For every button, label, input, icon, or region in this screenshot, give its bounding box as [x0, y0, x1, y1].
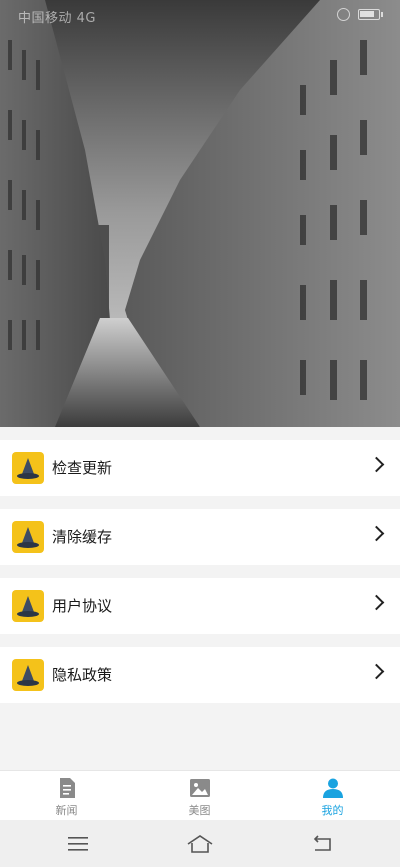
- tab-news[interactable]: 新闻: [0, 771, 133, 821]
- carrier-text: 中国移动 4G: [18, 11, 96, 26]
- chevron-right-icon: [368, 663, 385, 680]
- tab-label: 美图: [188, 804, 211, 817]
- menu-item-check-update[interactable]: 检查更新: [0, 440, 400, 496]
- menu-item-label: 隐私政策: [52, 666, 113, 684]
- image-icon: [189, 777, 211, 799]
- status-bar: 中国移动 4G: [0, 0, 400, 30]
- tab-mine[interactable]: 我的: [266, 771, 399, 821]
- app-logo-icon: [12, 452, 44, 484]
- bottom-tab-bar: 新闻 美图 我的: [0, 770, 400, 820]
- app-logo-icon: [12, 590, 44, 622]
- app-logo-icon: [12, 521, 44, 553]
- system-nav-bar: [0, 820, 400, 867]
- tab-label: 我的: [321, 804, 344, 817]
- chevron-right-icon: [368, 456, 385, 473]
- tab-label: 新闻: [55, 804, 78, 817]
- home-icon[interactable]: [185, 832, 215, 856]
- menu-item-label: 用户协议: [52, 597, 113, 615]
- news-icon: [56, 777, 78, 799]
- menu-item-privacy-policy[interactable]: 隐私政策: [0, 647, 400, 703]
- menu-item-label: 清除缓存: [52, 528, 113, 546]
- menu-item-user-agreement[interactable]: 用户协议: [0, 578, 400, 634]
- menu-item-label: 检查更新: [52, 459, 113, 477]
- battery-icon: [358, 9, 383, 20]
- menu-item-clear-cache[interactable]: 清除缓存: [0, 509, 400, 565]
- chevron-right-icon: [368, 594, 385, 611]
- alarm-icon: [337, 8, 350, 21]
- app-logo-icon: [12, 659, 44, 691]
- person-icon: [322, 777, 344, 799]
- back-icon[interactable]: [307, 832, 337, 856]
- tab-images[interactable]: 美图: [133, 771, 266, 821]
- header-image: 中国移动 4G: [0, 0, 400, 427]
- menu-icon[interactable]: [63, 832, 93, 856]
- chevron-right-icon: [368, 525, 385, 542]
